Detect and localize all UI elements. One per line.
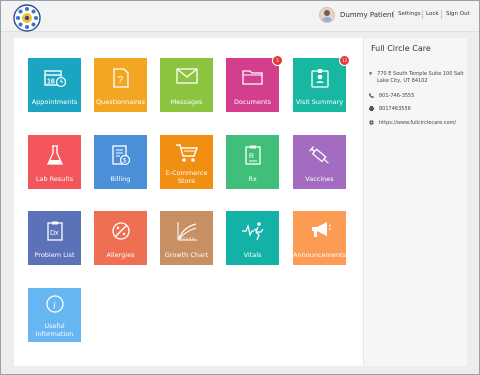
practice-address: 770 E South Temple Suite 100 Salt Lake C… [377, 71, 464, 84]
tile-vaccines[interactable]: Vaccines [293, 135, 346, 189]
sign-out-link[interactable]: Sign Out [446, 11, 470, 17]
practice-name: Full Circle Care [371, 44, 431, 53]
tile-lab-results[interactable]: Lab Results [28, 135, 81, 189]
user-menu[interactable]: Dummy Patient [319, 7, 394, 23]
tile-problem-list[interactable]: Dx Problem List [28, 211, 81, 265]
tile-appointments[interactable]: 16 Appointments [28, 58, 81, 112]
id-card-icon [310, 69, 329, 88]
top-header: Dummy Patient Settings Lock Sign Out [1, 1, 479, 32]
tile-billing[interactable]: $ Billing [94, 135, 147, 189]
tile-label: Messages [170, 98, 203, 106]
website-row: https://www.fullcirclecare.com/ [369, 120, 456, 127]
tile-questionnaires[interactable]: ? Questionnaires [94, 58, 147, 112]
map-pin-icon [369, 71, 372, 76]
tile-label: Vaccines [305, 175, 334, 183]
tile-label: Announcements [293, 251, 346, 259]
practice-fax: 8017463556 [379, 106, 411, 112]
growth-chart-icon [177, 222, 197, 241]
svg-text:R: R [249, 153, 254, 160]
info-icon: i [45, 295, 64, 313]
tile-announcements[interactable]: Announcements [293, 211, 346, 265]
lock-link[interactable]: Lock [426, 11, 439, 17]
tile-label: Appointments [31, 98, 78, 106]
question-doc-icon: ? [112, 68, 129, 88]
practice-website-link[interactable]: https://www.fullcirclecare.com/ [379, 120, 456, 127]
phone-row: 801-746-3555 [369, 93, 414, 100]
app-window: Dummy Patient Settings Lock Sign Out 16 … [0, 0, 480, 375]
notification-badge: 12 [339, 55, 350, 66]
tile-documents[interactable]: Documents 5 [226, 55, 283, 112]
tile-label: Problem List [34, 251, 75, 259]
syringe-icon [308, 146, 329, 164]
envelope-icon [175, 68, 198, 84]
tile-label: Visit Summary [295, 98, 344, 106]
flask-icon [46, 145, 63, 165]
divider [393, 10, 394, 19]
divider [422, 10, 423, 19]
practice-logo[interactable] [13, 4, 41, 32]
tile-label: E-Commerce Store [165, 169, 208, 185]
tile-allergies[interactable]: Allergies [94, 211, 147, 265]
vitals-runner-icon [241, 222, 264, 241]
notification-badge: 5 [272, 55, 283, 66]
svg-text:?: ? [117, 75, 123, 86]
tile-label: Allergies [106, 251, 135, 259]
calendar-icon: 16 [43, 70, 66, 88]
address-row: 770 E South Temple Suite 100 Salt Lake C… [369, 71, 464, 85]
tile-label: Billing [110, 175, 131, 183]
tile-useful-information[interactable]: i Useful Information [28, 288, 81, 342]
cart-icon [175, 144, 198, 162]
tile-label: Vitals [243, 251, 262, 259]
allergy-pill-icon [111, 222, 130, 240]
tile-e-commerce-store[interactable]: E-Commerce Store [160, 135, 213, 189]
tile-vitals[interactable]: Vitals [226, 211, 279, 265]
phone-icon [369, 93, 374, 98]
dx-clipboard-icon: Dx [46, 221, 63, 241]
avatar [319, 7, 335, 23]
bill-icon: $ [111, 145, 130, 166]
settings-link[interactable]: Settings [398, 11, 421, 17]
folder-icon [241, 70, 263, 85]
fax-row: 8017463556 [369, 106, 411, 113]
svg-text:16: 16 [47, 79, 55, 86]
svg-text:Dx: Dx [50, 230, 59, 237]
tile-messages[interactable]: Messages [160, 58, 213, 112]
tile-label: Lab Results [35, 175, 74, 183]
dashboard-grid: 16 Appointments ? Questionnaires Message… [14, 38, 365, 366]
tile-label: Documents [233, 98, 272, 106]
divider [441, 10, 442, 19]
tile-label: Rx [248, 175, 257, 183]
tile-visit-summary[interactable]: Visit Summary 12 [293, 55, 350, 112]
tile-rx[interactable]: R Rx [226, 135, 279, 189]
tile-label: Growth Chart [164, 251, 209, 259]
rx-icon: R [244, 145, 261, 165]
megaphone-icon [311, 222, 331, 237]
tile-label: Useful Information [35, 322, 74, 338]
fax-icon [369, 106, 374, 111]
practice-phone: 801-746-3555 [379, 93, 415, 99]
user-name: Dummy Patient [340, 11, 395, 19]
globe-icon [369, 120, 374, 125]
practice-info-panel: Full Circle Care 770 E South Temple Suit… [363, 38, 467, 366]
svg-text:i: i [53, 301, 56, 312]
tile-label: Questionnaires [96, 98, 145, 106]
tile-growth-chart[interactable]: Growth Chart [160, 211, 213, 265]
